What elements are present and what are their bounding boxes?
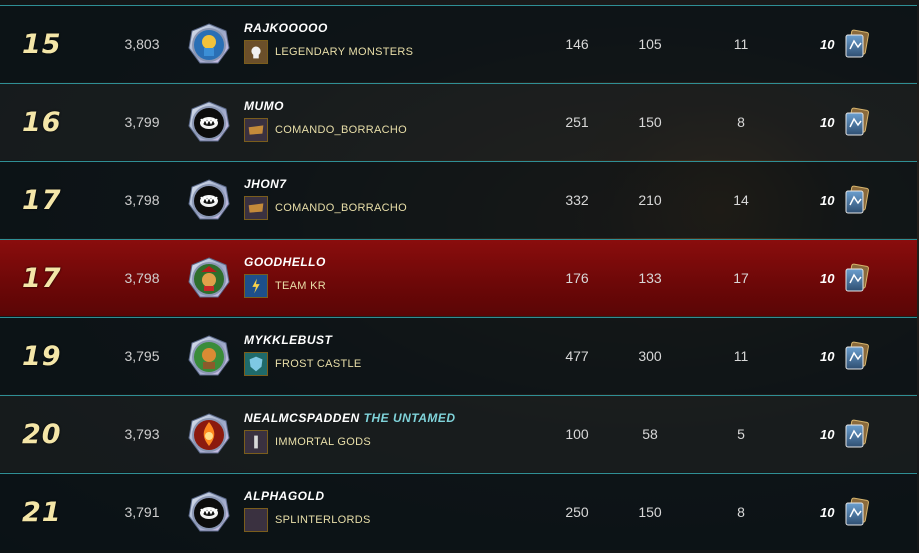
rank-number: 20 [22, 419, 62, 450]
rating-value: 3,803 [124, 36, 160, 52]
skull-banner-icon[interactable] [244, 40, 268, 64]
wins-count: 150 [638, 114, 662, 130]
rating-value: 3,793 [124, 426, 160, 442]
blank-banner-icon[interactable] [244, 508, 268, 532]
card-deck-icon [844, 185, 870, 215]
card-level: 10 [820, 505, 835, 520]
streak-count: 8 [737, 504, 745, 520]
card-deck-icon [844, 107, 870, 137]
rank-number: 17 [22, 263, 62, 294]
streak-count: 5 [737, 426, 745, 442]
battles-count: 477 [565, 348, 589, 364]
guild-name[interactable]: TEAM KR [275, 280, 326, 292]
card-level: 10 [820, 37, 835, 52]
lightning-banner-icon[interactable] [244, 274, 268, 298]
leaderboard: 15 3,803 RAJKOOOOO LEGENDARY MONSTERS 146 105… [0, 0, 919, 553]
fanged-mouth-icon[interactable] [186, 178, 232, 224]
orc-portrait-icon[interactable] [186, 334, 232, 380]
wins-count: 133 [638, 270, 662, 286]
rating-value: 3,798 [124, 270, 160, 286]
player-title: THE UNTAMED [363, 411, 456, 425]
fire-spirit-icon[interactable] [186, 412, 232, 458]
card-level: 10 [820, 115, 835, 130]
rating-value: 3,799 [124, 114, 160, 130]
wins-count: 210 [638, 192, 662, 208]
wins-count: 58 [642, 426, 658, 442]
wins-count: 105 [638, 36, 662, 52]
streak-count: 8 [737, 114, 745, 130]
card-deck-icon [844, 419, 870, 449]
player-name[interactable]: MUMO [244, 99, 288, 113]
player-name[interactable]: JHON7 [244, 177, 291, 191]
battles-count: 250 [565, 504, 589, 520]
card-deck-icon [844, 497, 870, 527]
guild-name[interactable]: LEGENDARY MONSTERS [275, 46, 413, 58]
wins-count: 300 [638, 348, 662, 364]
battles-count: 332 [565, 192, 589, 208]
rank-number: 21 [22, 497, 62, 528]
card-deck-icon [844, 263, 870, 293]
rating-value: 3,798 [124, 192, 160, 208]
guild-name[interactable]: COMANDO_BORRACHO [275, 124, 407, 136]
card-level: 10 [820, 427, 835, 442]
streak-count: 11 [733, 36, 749, 52]
card-deck-icon [844, 29, 870, 59]
player-name[interactable]: RAJKOOOOO [244, 21, 332, 35]
leaderboard-row[interactable]: 17 3,798 JHON7 COMANDO_BORRACHO 332 210 14 10 [0, 161, 917, 238]
card-level: 10 [820, 349, 835, 364]
card-level: 10 [820, 271, 835, 286]
player-name[interactable]: ALPHAGOLD [244, 489, 329, 503]
player-name[interactable]: NEALMCSPADDEN THE UNTAMED [244, 411, 456, 425]
guild-name[interactable]: FROST CASTLE [275, 358, 362, 370]
dragon-rider-icon[interactable] [186, 22, 232, 68]
player-name[interactable]: GOODHELLO [244, 255, 330, 269]
battles-count: 146 [565, 36, 589, 52]
player-name[interactable]: MYKKLEBUST [244, 333, 336, 347]
rating-value: 3,791 [124, 504, 160, 520]
rank-number: 17 [22, 185, 62, 216]
rating-value: 3,795 [124, 348, 160, 364]
leaderboard-row[interactable]: 16 3,799 MUMO COMANDO_BORRACHO 251 150 8 10 [0, 83, 917, 160]
scroll-banner-icon[interactable] [244, 118, 268, 142]
leaderboard-row[interactable]: 15 3,803 RAJKOOOOO LEGENDARY MONSTERS 146 105… [0, 5, 917, 82]
wins-count: 150 [638, 504, 662, 520]
leaderboard-row[interactable]: 20 3,793 NEALMCSPADDEN THE UNTAMED IMMORTAL … [0, 395, 917, 472]
leaderboard-row[interactable]: 19 3,795 MYKKLEBUST FROST CASTLE 477 300 11 10 [0, 317, 917, 394]
rank-number: 16 [22, 107, 62, 138]
goblin-portrait-icon[interactable] [186, 256, 232, 302]
leaderboard-row[interactable]: 21 3,791 ALPHAGOLD SPLINTERLORDS 250 150 8 10 [0, 473, 917, 550]
card-deck-icon [844, 341, 870, 371]
battles-count: 251 [565, 114, 589, 130]
scroll-banner-icon[interactable] [244, 196, 268, 220]
battles-count: 100 [565, 426, 589, 442]
pillar-banner-icon[interactable] [244, 430, 268, 454]
leaderboard-row-highlighted[interactable]: 17 3,798 GOODHELLO TEAM KR 176 133 17 10 [0, 239, 917, 316]
guild-name[interactable]: IMMORTAL GODS [275, 436, 371, 448]
rank-number: 19 [22, 341, 62, 372]
streak-count: 14 [733, 192, 749, 208]
card-level: 10 [820, 193, 835, 208]
guild-name[interactable]: COMANDO_BORRACHO [275, 202, 407, 214]
fanged-mouth-icon[interactable] [186, 490, 232, 536]
guild-name[interactable]: SPLINTERLORDS [275, 514, 371, 526]
battles-count: 176 [565, 270, 589, 286]
streak-count: 17 [733, 270, 749, 286]
fanged-mouth-icon[interactable] [186, 100, 232, 146]
rank-number: 15 [22, 29, 62, 60]
streak-count: 11 [733, 348, 749, 364]
shield-banner-icon[interactable] [244, 352, 268, 376]
